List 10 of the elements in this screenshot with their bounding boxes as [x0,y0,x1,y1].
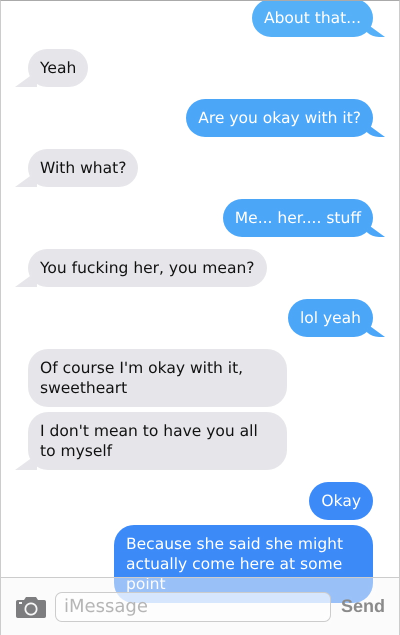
received-message: With what? [15,149,138,187]
sent-message: Me... her.... stuff [222,199,385,237]
sent-message: Are you okay with it? [186,99,385,137]
received-message: I don't mean to have you all to myself [15,412,287,470]
sent-message: lol yeah [288,299,385,337]
sent-message: About that... [252,1,385,37]
message-field[interactable]: iMessage [55,592,331,622]
received-message: You fucking her, you mean? [15,249,266,287]
received-message: Yeah [15,49,88,87]
camera-icon[interactable] [15,594,47,618]
